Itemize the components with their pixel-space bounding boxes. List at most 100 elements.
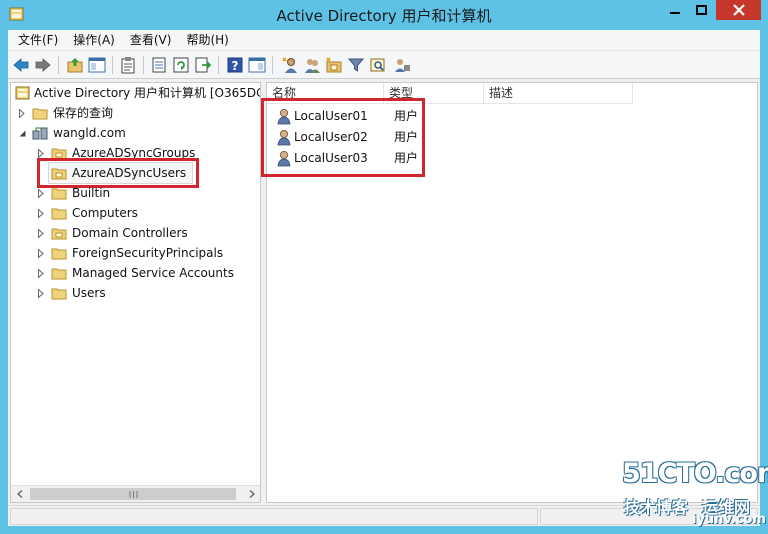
new-user-icon [282, 57, 297, 73]
tree-item-label: Managed Service Accounts [72, 266, 234, 280]
tree-item-label: Computers [72, 206, 138, 220]
export-icon [195, 57, 212, 73]
tree-item-domain[interactable]: wangld.com [11, 123, 260, 143]
tree-item-container[interactable]: Builtin [11, 183, 260, 203]
folder-icon [51, 205, 67, 221]
help-icon: ? [227, 57, 243, 73]
add-to-group-button[interactable] [393, 56, 411, 74]
ou-folder-icon [51, 225, 67, 241]
tree-item-label: Users [72, 286, 106, 300]
refresh-icon [173, 57, 189, 73]
grip-icon [129, 490, 137, 498]
watermark-logo: 51CTO.com 技术博客 运维网 iyunv.com [622, 458, 768, 527]
refresh-button[interactable] [172, 56, 190, 74]
expand-arrow-icon[interactable] [17, 103, 27, 123]
svg-text:?: ? [232, 59, 239, 73]
close-icon [732, 4, 745, 16]
back-button[interactable] [12, 56, 30, 74]
expand-arrow-icon[interactable] [36, 223, 46, 243]
copy-button[interactable] [150, 56, 168, 74]
folder-icon [51, 285, 67, 301]
folder-icon [51, 265, 67, 281]
folder-up-icon [67, 58, 83, 73]
tree-item-saved-queries[interactable]: 保存的查询 [11, 103, 260, 123]
console-tree-pane[interactable]: Active Directory 用户和计算机 [O365DC. 保存的查询 w… [10, 82, 261, 503]
status-segment [10, 508, 538, 525]
new-user-button[interactable] [281, 56, 299, 74]
new-ou-icon [326, 57, 342, 73]
tree-item-label: ForeignSecurityPrincipals [72, 246, 224, 260]
filter-button[interactable] [347, 56, 365, 74]
expand-arrow-icon[interactable] [36, 183, 46, 203]
tree-item-label: 保存的查询 [53, 106, 114, 120]
find-button[interactable] [369, 56, 387, 74]
show-action-pane-button[interactable] [248, 56, 266, 74]
menu-file[interactable]: 文件(F) [13, 31, 63, 50]
menu-action[interactable]: 操作(A) [68, 31, 120, 50]
help-button[interactable]: ? [226, 56, 244, 74]
scroll-right-button[interactable] [243, 486, 260, 502]
collapse-arrow-icon[interactable] [17, 123, 27, 143]
scroll-left-button[interactable] [11, 486, 28, 502]
scroll-left-icon [16, 490, 22, 498]
minimize-button[interactable] [661, 0, 688, 20]
tree-item-ou[interactable]: Domain Controllers [11, 223, 260, 243]
document-list-icon [152, 57, 166, 73]
toolbar: ? [8, 51, 760, 79]
clipboard-icon [121, 57, 135, 74]
up-level-button[interactable] [66, 56, 84, 74]
expand-arrow-icon[interactable] [36, 203, 46, 223]
toolbar-separator [272, 56, 273, 74]
filter-icon [347, 58, 365, 72]
new-group-button[interactable] [303, 56, 321, 74]
add-to-group-icon [395, 59, 410, 72]
back-arrow-icon [13, 58, 29, 72]
watermark-top-text: 51CTO.com [622, 458, 768, 489]
toolbar-separator [58, 56, 59, 74]
expand-arrow-icon[interactable] [36, 243, 46, 263]
maximize-button[interactable] [688, 0, 715, 20]
export-list-button[interactable] [194, 56, 212, 74]
maximize-icon [696, 5, 707, 15]
forward-button[interactable] [34, 56, 52, 74]
close-button[interactable] [716, 0, 761, 20]
title-bar[interactable]: Active Directory 用户和计算机 [0, 0, 768, 30]
show-tree-button[interactable] [88, 56, 106, 74]
toolbar-separator [143, 56, 144, 74]
details-pane[interactable]: 名称 类型 描述 LocalUser01 用户 LocalUser02 用户 L… [261, 82, 758, 503]
expand-arrow-icon[interactable] [36, 283, 46, 303]
tree-item-container[interactable]: Users [11, 283, 260, 303]
tree-item-container[interactable]: Computers [11, 203, 260, 223]
folder-icon [51, 245, 67, 261]
window-title: Active Directory 用户和计算机 [276, 7, 492, 25]
console-tree-icon [88, 57, 106, 73]
watermark-bottom-text: 技术博客 [624, 498, 689, 517]
toolbar-separator [218, 56, 219, 74]
new-group-icon [305, 59, 320, 73]
new-ou-button[interactable] [325, 56, 343, 74]
client-area: 文件(F) 操作(A) 查看(V) 帮助(H) ? Active Directo… [8, 30, 760, 526]
expand-arrow-icon[interactable] [36, 263, 46, 283]
ad-users-computers-icon [15, 85, 31, 101]
column-header-description[interactable]: 描述 [484, 83, 633, 104]
action-pane-icon [248, 57, 266, 73]
menu-bar: 文件(F) 操作(A) 查看(V) 帮助(H) [8, 30, 760, 51]
tree-item-container[interactable]: Managed Service Accounts [11, 263, 260, 283]
tree-root-label: Active Directory 用户和计算机 [O365DC. [34, 86, 261, 100]
scroll-right-icon [249, 490, 255, 498]
tree-item-label: Builtin [72, 186, 111, 200]
tree-item-container[interactable]: ForeignSecurityPrincipals [11, 243, 260, 263]
find-icon [370, 58, 385, 72]
tree-root[interactable]: Active Directory 用户和计算机 [O365DC. [11, 83, 261, 103]
app-window: Active Directory 用户和计算机 文件(F) 操作(A) 查看(V… [0, 0, 768, 534]
properties-button[interactable] [119, 56, 137, 74]
menu-help[interactable]: 帮助(H) [181, 31, 233, 50]
forward-arrow-icon [35, 58, 51, 72]
tree-item-label: wangld.com [53, 126, 126, 140]
highlight-annotation-box [261, 98, 425, 177]
domain-icon [32, 125, 48, 141]
scrollbar-thumb[interactable] [30, 488, 236, 500]
horizontal-scrollbar[interactable] [11, 485, 260, 502]
toolbar-separator [112, 56, 113, 74]
menu-view[interactable]: 查看(V) [125, 31, 177, 50]
